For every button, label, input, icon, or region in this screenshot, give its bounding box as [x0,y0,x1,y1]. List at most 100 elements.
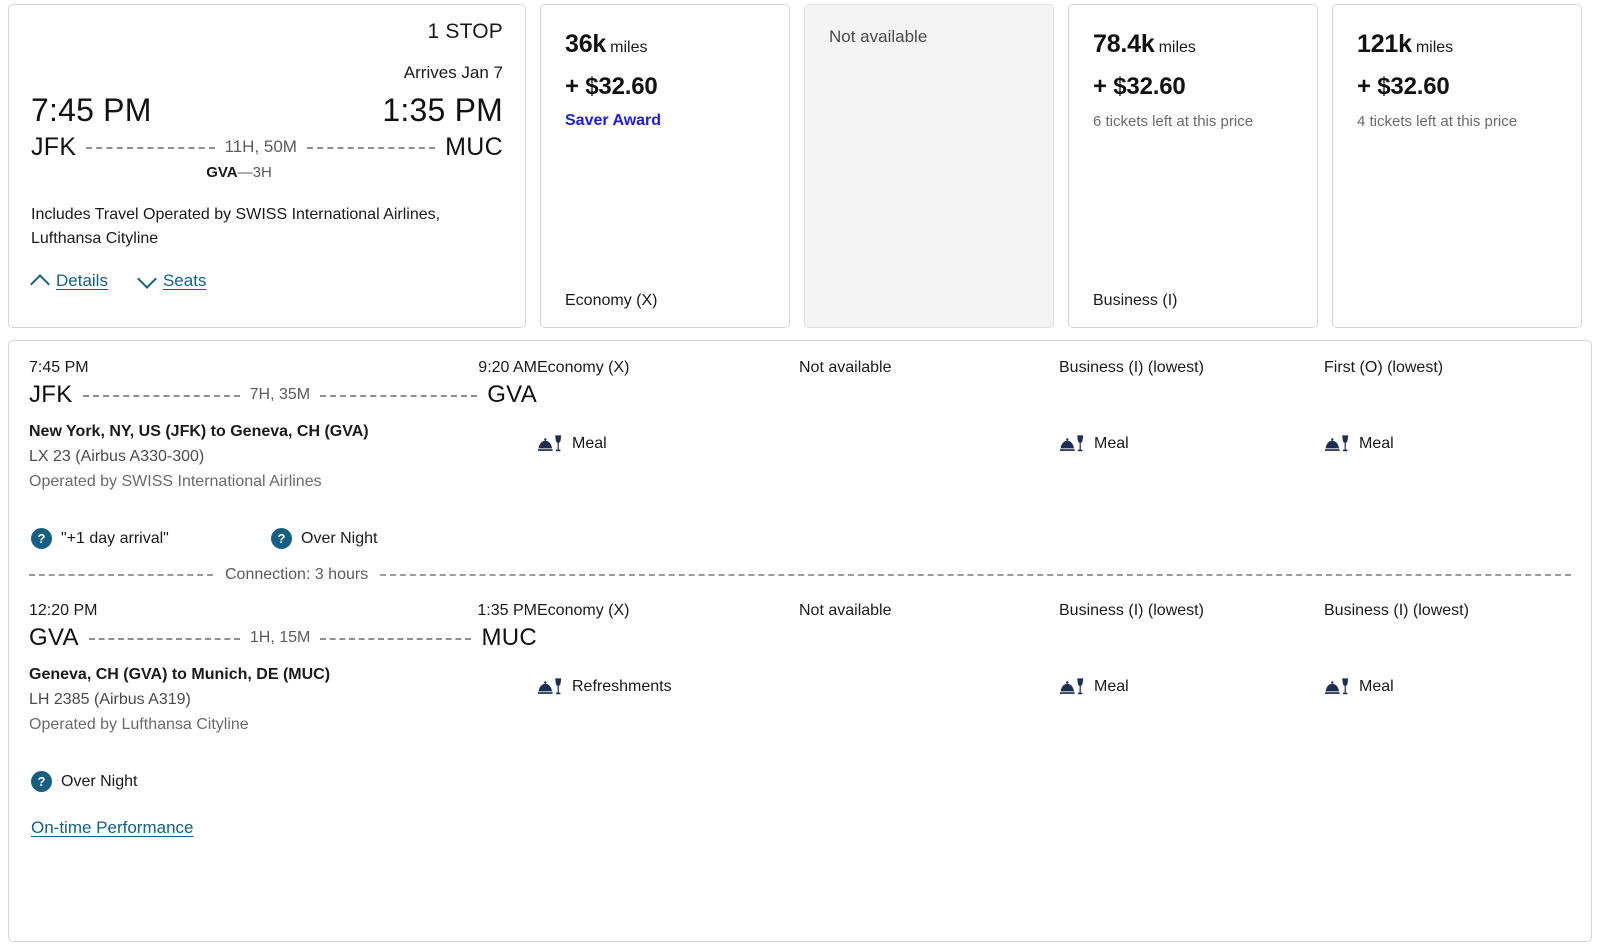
segment-destination: MUC [481,622,537,654]
segment-city-pair: Geneva, CH (GVA) to Munich, DE (MUC) [29,663,537,687]
cabin-label: Economy (X) [537,357,799,379]
cabin-service: Refreshments [537,677,799,697]
cabin-service-label: Refreshments [572,678,672,696]
segment-2-cabin-economy: Economy (X) Refreshments [537,600,799,737]
segment-1-grid: 7:45 PM 9:20 AM JFK 7H, 35M GVA New York… [29,357,1571,494]
cabin-service: Meal [1059,677,1324,697]
cabin-label: Not available [799,357,1059,379]
saver-award-badge: Saver Award [565,112,765,130]
badge-over-night[interactable]: ? Over Night [271,528,377,549]
operated-note: Includes Travel Operated by SWISS Intern… [31,203,501,251]
fare-price: + $32.60 [1357,71,1557,103]
fare-miles-unit: miles [1416,39,1453,56]
segment-1-cabin-first: First (O) (lowest) Meal [1324,357,1584,494]
segment-dash-right [320,638,471,640]
segment-city-pair: New York, NY, US (JFK) to Geneva, CH (GV… [29,420,537,444]
flight-details-panel: 7:45 PM 9:20 AM JFK 7H, 35M GVA New York… [8,340,1592,942]
cabin-service-label: Meal [1094,678,1129,696]
fare-price: + $32.60 [565,71,765,103]
meal-icon [1324,677,1350,697]
segment-duration: 7H, 35M [250,386,310,404]
stop-dash: — [238,164,253,181]
segment-origin: JFK [29,379,73,411]
cabin-service-label: Meal [572,435,607,453]
segment-1-route: JFK 7H, 35M GVA [29,379,537,411]
badge-plus-one-day[interactable]: ? "+1 day arrival" [31,528,271,549]
cabin-service-label: Meal [1359,435,1394,453]
segment-2-cabin-first: Business (I) (lowest) Meal [1324,600,1584,737]
summary-times: 7:45 PM 1:35 PM [31,90,503,130]
segment-arrive-time: 9:20 AM [478,357,537,379]
stop-count: 1 STOP [31,19,503,45]
arrival-date: Arrives Jan 7 [31,62,503,84]
tickets-left-note: 6 tickets left at this price [1093,113,1293,130]
help-icon[interactable]: ? [271,528,292,549]
route-dash-left [86,147,214,149]
seats-toggle[interactable]: Seats [138,271,206,291]
badge-over-night[interactable]: ? Over Night [31,771,137,792]
meal-icon [1324,434,1350,454]
cabin-label: Economy (X) [537,600,799,622]
meal-icon [537,677,563,697]
segment-dash-left [89,638,240,640]
segment-1-cabin-unavailable: Not available [799,357,1059,494]
fare-card-business[interactable]: 78.4kmiles + $32.60 6 tickets left at th… [1068,4,1318,328]
cabin-label: Business (I) (lowest) [1324,600,1584,622]
segment-2-times: 12:20 PM 1:35 PM [29,600,537,622]
segment-2-route: GVA 1H, 15M MUC [29,622,537,654]
fare-miles: 78.4kmiles [1093,29,1293,63]
segment-1-cabin-business: Business (I) (lowest) Meal [1059,357,1324,494]
summary-links: Details Seats [31,271,503,291]
fare-miles-value: 121k [1357,30,1412,58]
segment-depart-time: 7:45 PM [29,357,89,379]
segment-dash-right [320,395,477,397]
meal-icon [1059,677,1085,697]
cabin-label: Business (I) (lowest) [1059,600,1324,622]
cabin-service: Meal [1324,434,1584,454]
help-icon[interactable]: ? [31,528,52,549]
cabin-label: Business (I) (lowest) [1059,357,1324,379]
segment-1-times: 7:45 PM 9:20 AM [29,357,537,379]
connection-label: Connection: 3 hours [213,566,380,584]
segment-operated-by: Operated by SWISS International Airlines [29,469,537,494]
fare-card-economy[interactable]: 36kmiles + $32.60 Saver Award Economy (X… [540,4,790,328]
fare-miles: 121kmiles [1357,29,1557,63]
segment-flight-number: LX 23 (Airbus A330-300) [29,444,537,469]
details-toggle[interactable]: Details [31,271,108,291]
fare-miles-value: 78.4k [1093,30,1155,58]
stop-detail: GVA—3H [31,164,503,181]
segment-dash-left [83,395,240,397]
help-icon[interactable]: ? [31,771,52,792]
summary-destination: MUC [445,132,503,162]
segment-2-badges: ? Over Night [29,771,1571,792]
flight-result-page: 1 STOP Arrives Jan 7 7:45 PM 1:35 PM JFK… [0,0,1600,949]
itinerary-summary-card: 1 STOP Arrives Jan 7 7:45 PM 1:35 PM JFK… [8,4,526,328]
segment-operated-by: Operated by Lufthansa Cityline [29,712,537,737]
segment-arrive-time: 1:35 PM [477,600,537,622]
segment-1-badges: ? "+1 day arrival" ? Over Night [29,528,1571,549]
cabin-service: Meal [1324,677,1584,697]
fare-miles-value: 36k [565,30,606,58]
segment-depart-time: 12:20 PM [29,600,97,622]
segment-origin: GVA [29,622,79,654]
cabin-service-label: Meal [1359,678,1394,696]
fare-card-unavailable: Not available [804,4,1054,328]
tickets-left-note: 4 tickets left at this price [1357,113,1557,130]
segment-1-info: 7:45 PM 9:20 AM JFK 7H, 35M GVA New York… [29,357,537,494]
fare-card-first[interactable]: 121kmiles + $32.60 4 tickets left at thi… [1332,4,1582,328]
on-time-performance-link[interactable]: On-time Performance [31,818,194,838]
summary-depart-time: 7:45 PM [31,90,152,130]
segment-2-grid: 12:20 PM 1:35 PM GVA 1H, 15M MUC Geneva,… [29,600,1571,737]
meal-icon [537,434,563,454]
fare-miles-unit: miles [610,39,647,56]
stop-airport: GVA [206,164,237,181]
fare-miles: 36kmiles [565,29,765,63]
cabin-service-label: Meal [1094,435,1129,453]
segment-2-info: 12:20 PM 1:35 PM GVA 1H, 15M MUC Geneva,… [29,600,537,737]
summary-route: JFK 11H, 50M MUC [31,132,503,162]
fare-unavailable-text: Not available [829,27,1029,47]
segment-1: 7:45 PM 9:20 AM JFK 7H, 35M GVA New York… [9,341,1591,584]
connection-divider: Connection: 3 hours [29,566,1571,584]
meal-icon [1059,434,1085,454]
fare-price: + $32.60 [1093,71,1293,103]
